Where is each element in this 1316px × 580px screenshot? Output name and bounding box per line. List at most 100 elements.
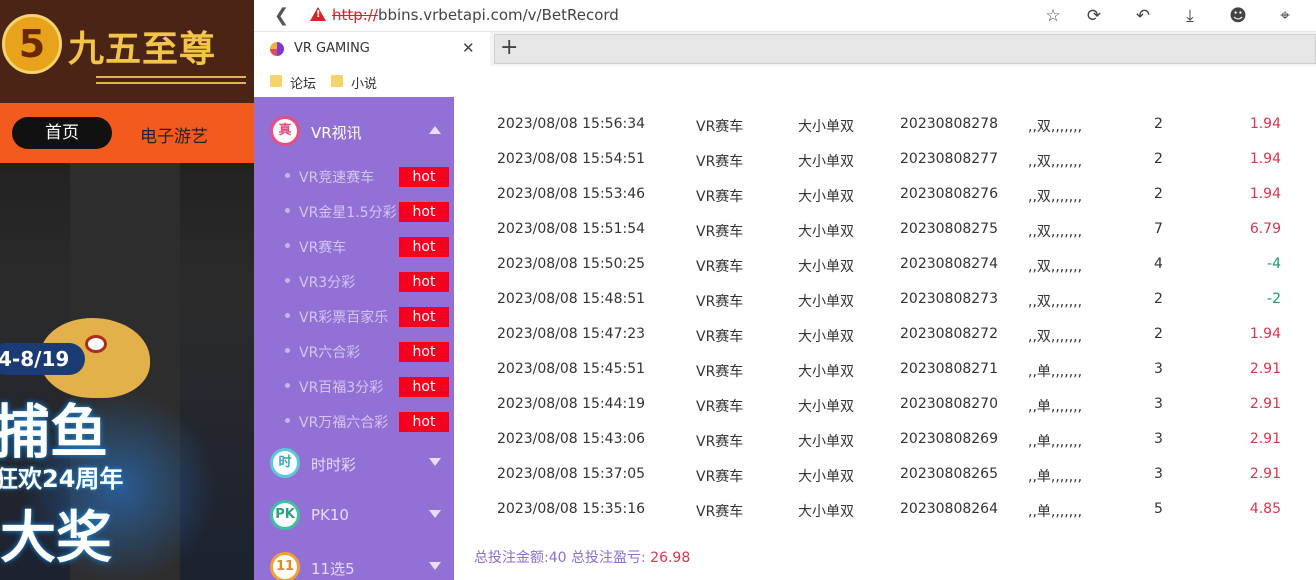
category-label: 11选5 [311, 560, 355, 578]
issue-number: 20230808276 [900, 186, 998, 202]
table-row: 2023/08/08 15:54:51 VR赛车 大小单双 20230808277,,… [454, 132, 1316, 170]
address-bar: ❮ ! http://bbins.vrbetapi.com/v/BetRecor… [254, 0, 1316, 32]
bet-count: 2 [1154, 116, 1163, 132]
bet-count: 4 [1154, 256, 1163, 272]
category-11x5[interactable]: 11 11选5 [254, 546, 454, 580]
undo-icon[interactable]: ↶ [1132, 5, 1154, 27]
total-bet-value: 40 [548, 550, 567, 566]
promo-banner[interactable]: 4-8/19 捕鱼 狂欢24周年 大奖 [0, 163, 254, 580]
site-nav: 首页 电子游艺 [0, 103, 254, 163]
bet-time: 2023/08/08 15:50:25 [497, 256, 646, 272]
nav-games-link[interactable]: 电子游艺 [140, 122, 208, 147]
sidebar-item-label: VR赛车 [299, 240, 347, 256]
issue-number: 20230808274 [900, 256, 998, 272]
total-pl-value: 26.98 [650, 550, 691, 566]
tab-vr-gaming[interactable]: VR GAMING ✕ [254, 32, 490, 66]
bet-count: 3 [1154, 396, 1163, 412]
left-promo-panel: 5 九五至尊 首页 电子游艺 4-8/19 捕鱼 狂欢24周年 大奖 [0, 0, 254, 580]
issue-number: 20230808272 [900, 326, 998, 342]
bullet-icon [285, 418, 290, 423]
bookmark-novel[interactable]: 小说 [351, 73, 377, 92]
sidebar-item-vr-race[interactable]: VR赛车 hot [254, 228, 454, 263]
sidebar-item-label: VR六合彩 [299, 345, 361, 361]
category-label: PK10 [311, 506, 349, 524]
refresh-icon[interactable]: ⟳ [1083, 5, 1105, 27]
new-tab-plus-icon[interactable]: + [500, 35, 518, 60]
download-icon[interactable]: ⤓ [1179, 5, 1201, 27]
category-label: VR视讯 [311, 124, 362, 142]
star-icon[interactable]: ☆ [1042, 5, 1064, 27]
bet-content: ,,单,,,,,,, [1028, 504, 1083, 520]
profit-amount: 2.91 [1249, 431, 1281, 447]
logo-ornament [96, 76, 246, 84]
bullet-icon [285, 208, 290, 213]
game-name: VR赛车 [696, 504, 744, 520]
profile-icon[interactable]: ☻ [1227, 5, 1249, 27]
bet-time: 2023/08/08 15:48:51 [497, 291, 646, 307]
profit-amount: -2 [1267, 291, 1281, 307]
back-arrow-icon[interactable]: ❮ [274, 6, 290, 26]
chevron-down-icon [429, 510, 441, 518]
total-bet-label: 总投注金额: [474, 550, 549, 566]
sidebar-item-label: VR百福3分彩 [299, 380, 384, 396]
logo-text: 九五至尊 [68, 28, 217, 70]
profit-amount: -4 [1267, 256, 1281, 272]
nav-home-link[interactable]: 首页 [12, 117, 112, 149]
hot-badge: hot [399, 412, 449, 432]
profit-amount: 1.94 [1249, 116, 1281, 132]
sidebar-item-vr-baifu[interactable]: VR百福3分彩 hot [254, 368, 454, 403]
sidebar-item-vr-wanfu[interactable]: VR万福六合彩 hot [254, 403, 454, 438]
sidebar-item-label: VR彩票百家乐 [299, 310, 389, 326]
issue-number: 20230808275 [900, 221, 998, 237]
bet-time: 2023/08/08 15:37:05 [497, 466, 646, 482]
category-ssc[interactable]: 时 时时彩 [254, 442, 454, 486]
bet-count: 3 [1154, 431, 1163, 447]
sidebar-item-vr-racing[interactable]: VR竞速赛车 hot [254, 158, 454, 193]
tab-title: VR GAMING [294, 41, 370, 56]
profit-amount: 6.79 [1249, 221, 1281, 237]
table-row: 2023/08/08 15:56:34 VR赛车 大小单双 20230808278,,… [454, 97, 1316, 135]
table-row: 2023/08/08 15:43:06 VR赛车 大小单双 20230808269,,… [454, 412, 1316, 450]
category-pk10[interactable]: PK PK10 [254, 494, 454, 538]
eleven-five-icon: 11 [270, 552, 300, 580]
category-vr-video[interactable]: 真 VR视讯 [254, 110, 454, 154]
close-icon[interactable]: ✕ [462, 39, 475, 57]
table-row: 2023/08/08 15:44:19 VR赛车 大小单双 20230808270,,… [454, 377, 1316, 415]
sidebar-item-vr-baccarat[interactable]: VR彩票百家乐 hot [254, 298, 454, 333]
crop-icon[interactable]: ⌖ [1274, 5, 1296, 27]
sidebar-item-vr-mark-six[interactable]: VR六合彩 hot [254, 333, 454, 368]
bet-count: 2 [1154, 151, 1163, 167]
issue-number: 20230808278 [900, 116, 998, 132]
chevron-down-icon [429, 458, 441, 466]
bullet-icon [285, 173, 290, 178]
issue-number: 20230808269 [900, 431, 998, 447]
logo-badge-icon: 5 [2, 14, 62, 74]
table-row: 2023/08/08 15:48:51 VR赛车 大小单双 20230808273,,… [454, 272, 1316, 310]
profit-amount: 1.94 [1249, 186, 1281, 202]
issue-number: 20230808277 [900, 151, 998, 167]
bullet-icon [285, 313, 290, 318]
sidebar-item-vr-3min[interactable]: VR3分彩 hot [254, 263, 454, 298]
url-field[interactable]: http://bbins.vrbetapi.com/v/BetRecord [332, 6, 619, 24]
sidebar-item-label: VR万福六合彩 [299, 415, 389, 431]
bet-time: 2023/08/08 15:56:34 [497, 116, 646, 132]
bookmark-forum[interactable]: 论坛 [290, 73, 316, 92]
table-row: 2023/08/08 15:51:54 VR赛车 大小单双 20230808275,,… [454, 202, 1316, 240]
folder-icon [270, 75, 282, 87]
issue-number: 20230808273 [900, 291, 998, 307]
warning-mark: ! [316, 9, 321, 20]
bet-time: 2023/08/08 15:45:51 [497, 361, 646, 377]
table-row: 2023/08/08 15:53:46 VR赛车 大小单双 20230808276,,… [454, 167, 1316, 205]
sidebar-item-vr-venus[interactable]: VR金星1.5分彩 hot [254, 193, 454, 228]
fish-eye-icon [85, 335, 107, 353]
promo-prize: 大奖 [0, 505, 112, 571]
clock-lottery-icon: 时 [270, 448, 300, 478]
chevron-down-icon [429, 562, 441, 570]
issue-number: 20230808271 [900, 361, 998, 377]
hot-badge: hot [399, 342, 449, 362]
bet-count: 2 [1154, 291, 1163, 307]
table-row: 2023/08/08 15:47:23 VR赛车 大小单双 20230808272,,… [454, 307, 1316, 345]
bullet-icon [285, 383, 290, 388]
promo-headline: 捕鱼 [0, 398, 109, 466]
profit-amount: 2.91 [1249, 396, 1281, 412]
